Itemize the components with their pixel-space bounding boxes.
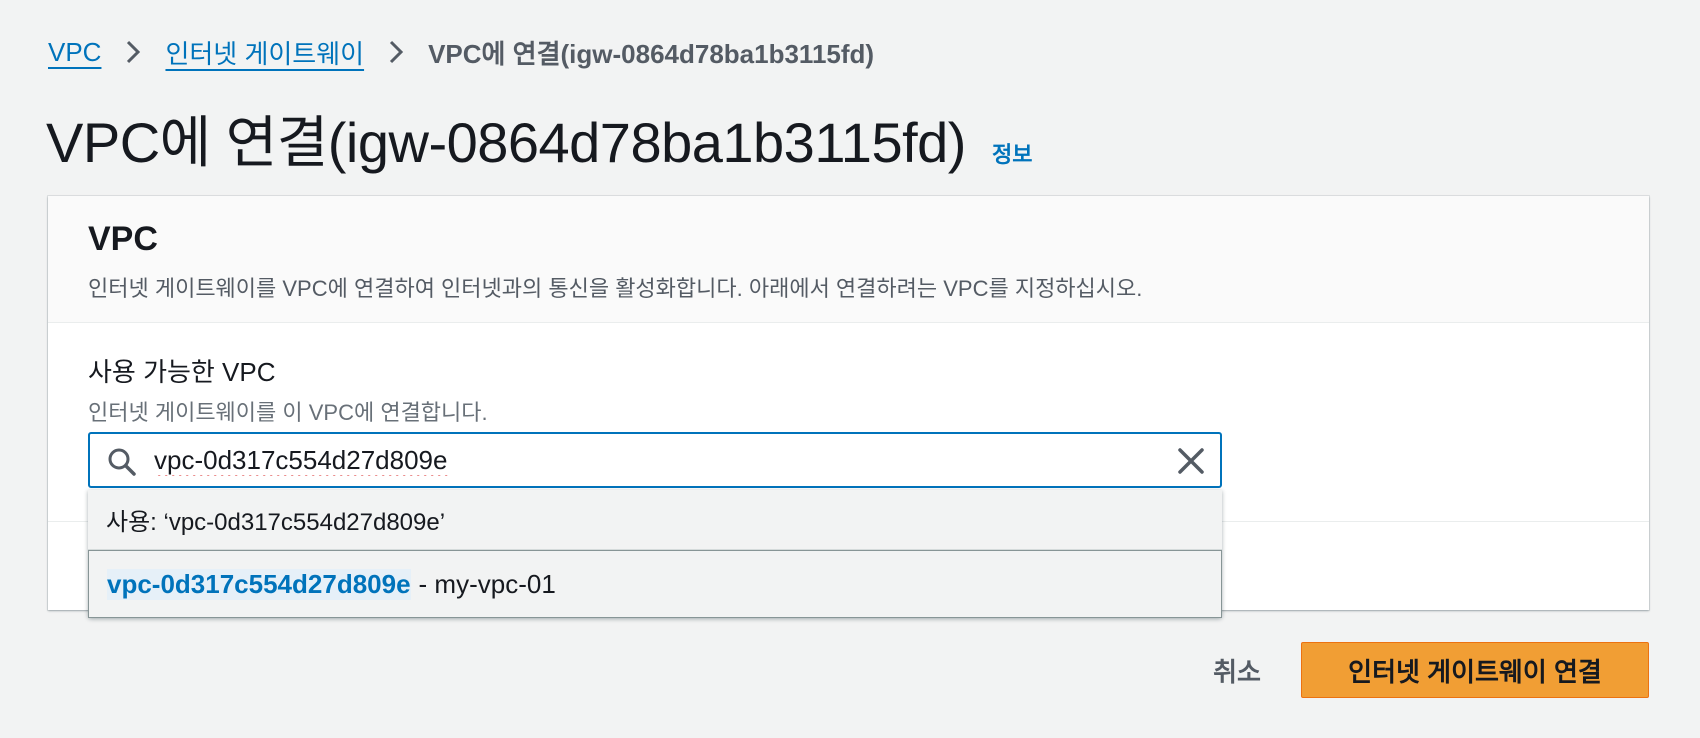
breadcrumb-current: VPC에 연결(igw-0864d78ba1b3115fd) bbox=[428, 38, 875, 69]
close-icon[interactable] bbox=[1176, 446, 1206, 476]
panel-header: VPC 인터넷 게이트웨이를 VPC에 연결하여 인터넷과의 통신을 활성화합니… bbox=[48, 196, 1649, 323]
vpc-search-box bbox=[88, 432, 1222, 488]
vpc-dropdown: 사용: ‘vpc-0d317c554d27d809e’ vpc-0d317c55… bbox=[88, 490, 1222, 618]
chevron-right-icon bbox=[101, 34, 165, 70]
panel-title: VPC bbox=[88, 220, 158, 258]
breadcrumb: VPC 인터넷 게이트웨이 VPC에 연결(igw-0864d78ba1b311… bbox=[48, 34, 874, 70]
breadcrumb-link-internet-gateways[interactable]: 인터넷 게이트웨이 bbox=[165, 34, 364, 71]
info-link[interactable]: 정보 bbox=[992, 137, 1032, 169]
vpc-search-input[interactable] bbox=[154, 434, 1154, 486]
search-icon bbox=[106, 446, 138, 478]
page-header: VPC에 연결(igw-0864d78ba1b3115fd) 정보 bbox=[46, 98, 1032, 179]
option-vpc-id: vpc-0d317c554d27d809e bbox=[107, 568, 411, 600]
chevron-right-icon bbox=[364, 34, 428, 70]
page-title: VPC에 연결(igw-0864d78ba1b3115fd) bbox=[46, 111, 966, 174]
attach-internet-gateway-button[interactable]: 인터넷 게이트웨이 연결 bbox=[1301, 642, 1649, 698]
dropdown-use-value[interactable]: 사용: ‘vpc-0d317c554d27d809e’ bbox=[88, 490, 1222, 550]
available-vpc-label: 사용 가능한 VPC bbox=[88, 357, 276, 387]
panel-description: 인터넷 게이트웨이를 VPC에 연결하여 인터넷과의 통신을 활성화합니다. 아… bbox=[88, 276, 1143, 301]
cancel-button[interactable]: 취소 bbox=[1192, 644, 1282, 696]
breadcrumb-link-vpc[interactable]: VPC bbox=[48, 37, 101, 68]
available-vpc-description: 인터넷 게이트웨이를 이 VPC에 연결합니다. bbox=[88, 400, 488, 425]
option-vpc-name: - my-vpc-01 bbox=[418, 568, 556, 599]
dropdown-option[interactable]: vpc-0d317c554d27d809e - my-vpc-01 bbox=[88, 550, 1222, 618]
